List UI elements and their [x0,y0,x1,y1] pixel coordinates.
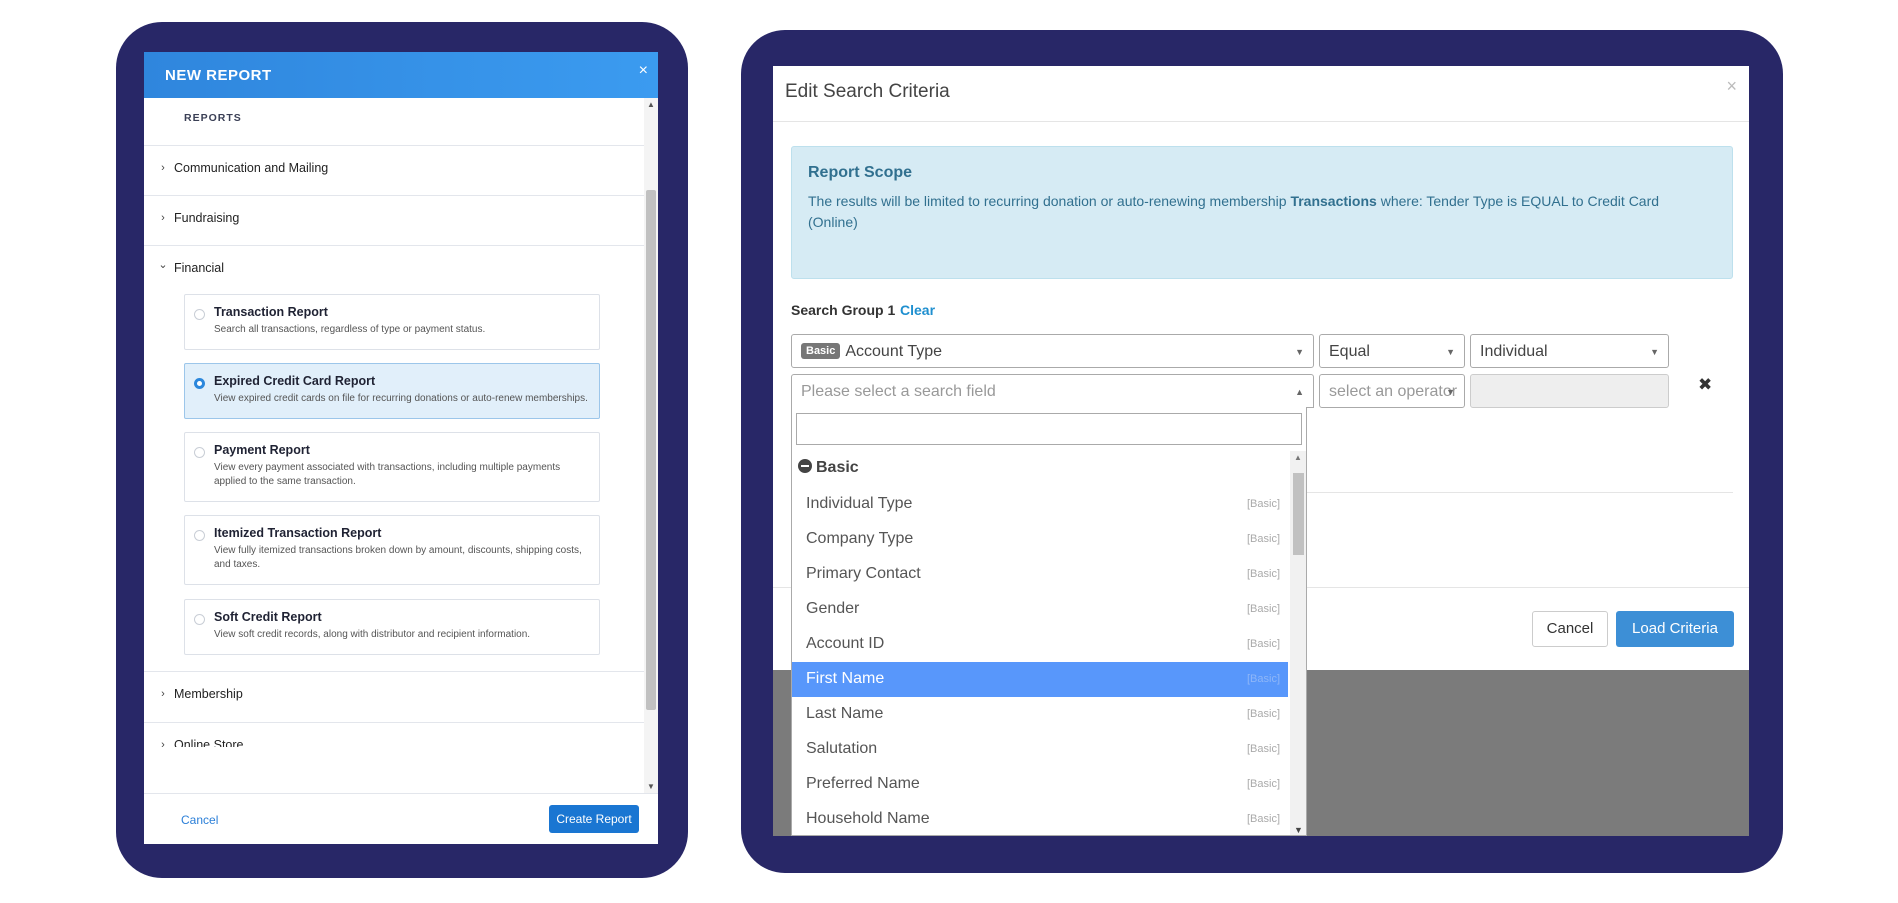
report-list: REPORTS › Communication and Mailing › Fu… [144,52,658,747]
category-communication-and-mailing[interactable]: › Communication and Mailing [144,145,644,195]
dropdown-scrollbar[interactable]: ▲ ▼ [1290,451,1306,835]
dropdown-search-input[interactable] [796,413,1302,445]
report-option-title: Soft Credit Report [214,610,322,624]
report-scope-title: Report Scope [808,164,913,181]
option-household-name[interactable]: Household Name [Basic] [792,802,1288,835]
new-report-dialog: NEW REPORT × REPORTS › Communication and… [144,52,658,844]
scroll-down-icon[interactable]: ▼ [647,782,655,791]
chevron-right-icon: › [161,688,165,700]
report-option-soft-credit[interactable]: Soft Credit Report View soft credit reco… [184,599,600,655]
search-field-select-open[interactable]: Please select a search field ▲ [791,374,1314,408]
option-gender[interactable]: Gender [Basic] [792,592,1288,627]
scroll-down-icon[interactable]: ▼ [1294,825,1303,835]
operator-select-empty[interactable]: select an operator ▼ [1319,374,1465,408]
option-salutation[interactable]: Salutation [Basic] [792,732,1288,767]
report-option-payment[interactable]: Payment Report View every payment associ… [184,432,600,502]
search-field-placeholder: Please select a search field [801,383,996,400]
scrollbar-thumb[interactable] [1293,473,1304,555]
new-report-footer: Cancel Create Report [144,793,658,844]
report-option-title: Transaction Report [214,305,328,319]
create-report-button[interactable]: Create Report [549,805,639,833]
clear-link[interactable]: Clear [900,302,935,318]
option-primary-contact[interactable]: Primary Contact [Basic] [792,557,1288,592]
category-financial[interactable]: ⌄ Financial [144,245,644,295]
option-account-id[interactable]: Account ID [Basic] [792,627,1288,662]
search-field-value: Account Type [845,343,943,360]
basic-badge: Basic [801,343,841,359]
radio-button-selected[interactable] [194,378,205,389]
report-option-description: View fully itemized transactions broken … [214,545,582,570]
report-option-title: Itemized Transaction Report [214,526,382,540]
category-fundraising[interactable]: › Fundraising [144,195,644,245]
report-option-description: View soft credit records, along with dis… [214,629,531,640]
chevron-down-icon: ▼ [1295,347,1304,357]
category-online-store[interactable]: › Online Store [144,722,644,747]
option-preferred-name[interactable]: Preferred Name [Basic] [792,767,1288,802]
category-label: Online Store [174,738,244,747]
modal-header: Edit Search Criteria × [773,66,1749,122]
category-label: Financial [174,261,225,275]
value-select[interactable]: Individual ▼ [1470,334,1669,368]
cancel-button[interactable]: Cancel [1532,611,1608,647]
scrollbar-thumb[interactable] [646,190,656,710]
scroll-up-icon[interactable]: ▲ [1294,453,1302,462]
value-input-disabled [1470,374,1669,408]
report-option-title: Payment Report [214,443,310,457]
chevron-down-icon: ▼ [1446,387,1455,397]
option-first-name[interactable]: First Name [Basic] [792,662,1288,697]
modal-title: Edit Search Criteria [785,81,950,102]
remove-criteria-icon[interactable]: ✖ [1698,375,1712,395]
radio-button[interactable] [194,309,205,320]
report-option-description: View every payment associated with trans… [214,462,561,487]
report-option-description: View expired credit cards on file for re… [214,393,588,404]
report-scope-box: Report Scope The results will be limited… [791,146,1733,279]
search-field-select[interactable]: Basic Account Type ▼ [791,334,1314,368]
option-group-basic[interactable]: Basic [798,459,859,477]
chevron-right-icon: › [161,162,165,174]
report-option-description: Search all transactions, regardless of t… [214,324,486,335]
chevron-down-icon: ⌄ [158,259,168,271]
option-last-name[interactable]: Last Name [Basic] [792,697,1288,732]
radio-button[interactable] [194,530,205,541]
chevron-down-icon: ▼ [1650,347,1659,357]
search-field-dropdown: Basic Individual Type [Basic] Company Ty… [791,407,1307,836]
chevron-up-icon: ▲ [1295,387,1304,397]
report-option-expired-credit-card[interactable]: Expired Credit Card Report View expired … [184,363,600,419]
operator-placeholder: select an operator [1329,383,1458,400]
report-option-title: Expired Credit Card Report [214,374,376,388]
reports-section-label: REPORTS [184,112,242,124]
search-group-label: Search Group 1 [791,302,896,318]
scroll-up-icon[interactable]: ▲ [647,100,655,109]
report-scope-text: The results will be limited to recurring… [808,193,1660,230]
report-list-scrollbar[interactable]: ▲ ▼ [644,98,658,793]
report-option-transaction[interactable]: Transaction Report Search all transactio… [184,294,600,350]
option-company-type[interactable]: Company Type [Basic] [792,522,1288,557]
close-icon[interactable]: × [1726,76,1737,97]
category-label: Fundraising [174,211,240,225]
chevron-right-icon: › [161,212,165,224]
category-label: Membership [174,687,243,701]
category-membership[interactable]: › Membership [144,671,644,721]
category-label: Communication and Mailing [174,161,329,175]
chevron-down-icon: ▼ [1446,347,1455,357]
dropdown-options: Basic Individual Type [Basic] Company Ty… [792,451,1290,835]
collapse-icon [798,459,812,473]
report-option-itemized-transaction[interactable]: Itemized Transaction Report View fully i… [184,515,600,585]
operator-value: Equal [1329,343,1370,360]
radio-button[interactable] [194,614,205,625]
radio-button[interactable] [194,447,205,458]
chevron-right-icon: › [161,739,165,747]
value-value: Individual [1480,343,1548,360]
option-individual-type[interactable]: Individual Type [Basic] [792,487,1288,522]
operator-select[interactable]: Equal ▼ [1319,334,1465,368]
cancel-button[interactable]: Cancel [181,813,218,827]
load-criteria-button[interactable]: Load Criteria [1616,611,1734,647]
